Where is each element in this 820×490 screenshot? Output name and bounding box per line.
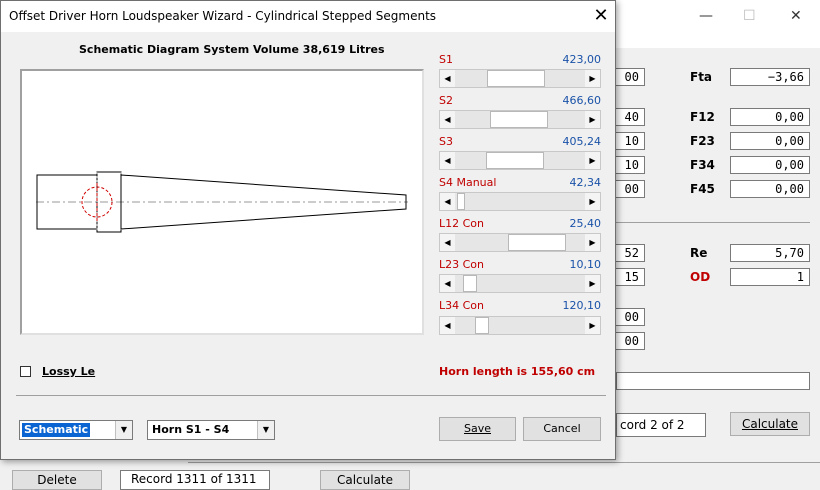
slider-thumb[interactable] [457, 193, 465, 210]
left-arrow-icon[interactable]: ◀ [440, 317, 455, 334]
field-re[interactable]: 5,70 [730, 244, 810, 262]
left-arrow-icon[interactable]: ◀ [440, 193, 455, 210]
field-f12[interactable]: 0,00 [730, 108, 810, 126]
slider-track[interactable] [455, 275, 585, 292]
lossy-le-checkbox[interactable] [20, 366, 31, 377]
schematic-header: Schematic Diagram System Volume 38,619 L… [79, 43, 385, 56]
right-arrow-icon[interactable]: ▶ [585, 275, 600, 292]
bottom-divider [188, 462, 820, 463]
view-select[interactable]: Schematic ▼ [19, 420, 133, 440]
calculate-button[interactable]: Calculate [730, 412, 810, 436]
background-titlebar: — ☐ ✕ [615, 0, 820, 48]
chevron-down-icon[interactable]: ▼ [115, 421, 132, 439]
left-arrow-icon[interactable]: ◀ [440, 111, 455, 128]
slider-value-l12: 25,40 [569, 217, 602, 230]
slider-label-l12: L12 Con [439, 217, 485, 230]
horn-schematic-svg [36, 171, 408, 233]
slider-l23[interactable]: ◀ ▶ [439, 274, 601, 293]
slider-thumb[interactable] [490, 111, 548, 128]
slider-track[interactable] [455, 193, 585, 210]
label-f12: F12 [690, 110, 715, 124]
slider-track[interactable] [455, 70, 585, 87]
wizard-dialog: Offset Driver Horn Loudspeaker Wizard - … [0, 0, 616, 460]
slider-s2[interactable]: ◀ ▶ [439, 110, 601, 129]
left-arrow-icon[interactable]: ◀ [440, 275, 455, 292]
slider-thumb[interactable] [508, 234, 566, 251]
slider-thumb[interactable] [486, 152, 544, 169]
slider-label-l23: L23 Con [439, 258, 485, 271]
slider-track[interactable] [455, 317, 585, 334]
background-close-icon[interactable]: ✕ [790, 8, 802, 24]
left-arrow-icon[interactable]: ◀ [440, 70, 455, 87]
close-icon[interactable]: ✕ [591, 5, 611, 26]
dialog-titlebar: Offset Driver Horn Loudspeaker Wizard - … [1, 1, 615, 32]
slider-value-l34: 120,10 [562, 299, 602, 312]
label-re: Re [690, 246, 708, 260]
right-arrow-icon[interactable]: ▶ [585, 70, 600, 87]
cancel-button[interactable]: Cancel [523, 417, 601, 441]
horn-length-text: Horn length is 155,60 cm [439, 365, 596, 378]
slider-l34[interactable]: ◀ ▶ [439, 316, 601, 335]
right-arrow-icon[interactable]: ▶ [585, 152, 600, 169]
slider-s4[interactable]: ◀ ▶ [439, 192, 601, 211]
bottom-calculate-button[interactable]: Calculate [320, 470, 410, 490]
background-long-field[interactable] [616, 372, 810, 390]
slider-l12[interactable]: ◀ ▶ [439, 233, 601, 252]
label-od: OD [690, 270, 711, 284]
left-arrow-icon[interactable]: ◀ [440, 152, 455, 169]
horn-mode-select[interactable]: Horn S1 - S4 ▼ [147, 420, 275, 440]
minimize-icon[interactable]: — [699, 8, 713, 24]
label-f34: F34 [690, 158, 715, 172]
label-f23: F23 [690, 134, 715, 148]
slider-track[interactable] [455, 152, 585, 169]
slider-label-s4: S4 Manual [439, 176, 497, 189]
field-f45[interactable]: 0,00 [730, 180, 810, 198]
slider-label-l34: L34 Con [439, 299, 485, 312]
field-f23[interactable]: 0,00 [730, 132, 810, 150]
dialog-title: Offset Driver Horn Loudspeaker Wizard - … [9, 9, 437, 23]
slider-value-l23: 10,10 [569, 258, 602, 271]
right-arrow-icon[interactable]: ▶ [585, 111, 600, 128]
save-button-label: Save [463, 422, 491, 435]
right-arrow-icon[interactable]: ▶ [585, 234, 600, 251]
slider-thumb[interactable] [487, 70, 545, 87]
left-arrow-icon[interactable]: ◀ [440, 234, 455, 251]
save-button[interactable]: Save [439, 417, 516, 441]
slider-label-s2: S2 [439, 94, 453, 107]
label-fta: Fta [690, 70, 713, 84]
maximize-icon: ☐ [743, 8, 756, 24]
field-fta[interactable]: −3,66 [730, 68, 810, 86]
slider-label-s3: S3 [439, 135, 453, 148]
slider-value-s4: 42,34 [569, 176, 602, 189]
slider-s1[interactable]: ◀ ▶ [439, 69, 601, 88]
bottom-record-indicator: Record 1311 of 1311 [120, 470, 270, 490]
slider-label-s1: S1 [439, 53, 453, 66]
field-od[interactable]: 1 [730, 268, 810, 286]
slider-value-s3: 405,24 [562, 135, 602, 148]
dialog-divider [16, 395, 606, 396]
field-f34[interactable]: 0,00 [730, 156, 810, 174]
lossy-le-label[interactable]: Lossy Le [42, 365, 95, 378]
schematic-diagram [20, 69, 424, 335]
slider-track[interactable] [455, 111, 585, 128]
right-arrow-icon[interactable]: ▶ [585, 193, 600, 210]
slider-s3[interactable]: ◀ ▶ [439, 151, 601, 170]
label-f45: F45 [690, 182, 715, 196]
record-indicator: cord 2 of 2 [616, 413, 706, 437]
slider-value-s1: 423,00 [562, 53, 602, 66]
delete-button[interactable]: Delete [12, 470, 102, 490]
view-select-value: Schematic [22, 423, 91, 437]
slider-value-s2: 466,60 [562, 94, 602, 107]
right-arrow-icon[interactable]: ▶ [585, 317, 600, 334]
background-divider [616, 222, 810, 223]
slider-thumb[interactable] [475, 317, 489, 334]
slider-track[interactable] [455, 234, 585, 251]
slider-thumb[interactable] [463, 275, 477, 292]
chevron-down-icon[interactable]: ▼ [257, 421, 274, 439]
horn-mode-select-value: Horn S1 - S4 [152, 423, 230, 436]
